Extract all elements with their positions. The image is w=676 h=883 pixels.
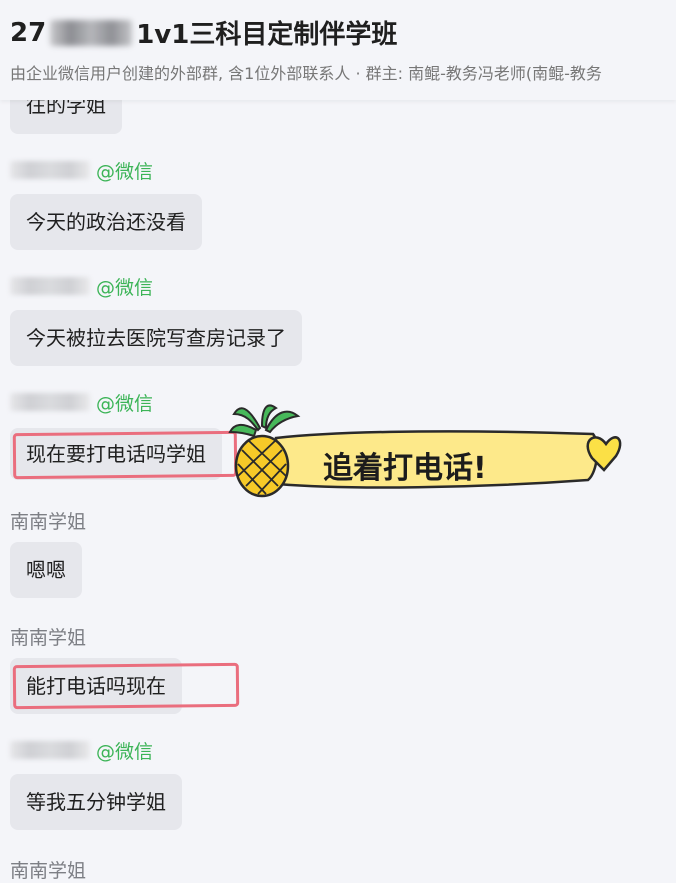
redacted-sender-name	[10, 741, 90, 759]
sticker-text: 追着打电话!	[323, 451, 487, 486]
wechat-tag: @微信	[96, 276, 154, 299]
message-bubble[interactable]: 嗯嗯	[10, 542, 82, 598]
redacted-sender-name	[10, 161, 90, 179]
sender-name: 南南学姐	[10, 627, 87, 649]
sender-name: 南南学姐	[10, 860, 87, 882]
sender-row: @微信	[10, 738, 154, 763]
sticker: 追着打电话!	[228, 400, 628, 500]
sender-name: 南南学姐	[10, 511, 87, 533]
title-prefix: 27	[10, 17, 47, 48]
title-suffix: 1v1三科目定制伴学班	[136, 20, 398, 50]
highlight-box	[12, 430, 238, 480]
sender-row: @微信	[10, 158, 154, 183]
sender-row: @微信	[10, 274, 154, 299]
redacted-sender-name	[10, 277, 90, 295]
chat-header: 27 1v1三科目定制伴学班 由企业微信用户创建的外部群, 含1位外部联系人 ·…	[0, 0, 676, 100]
message-bubble[interactable]: 今天的政治还没看	[10, 194, 202, 250]
wechat-tag: @微信	[96, 160, 154, 183]
redacted-title-segment	[50, 19, 133, 46]
wechat-tag: @微信	[96, 740, 154, 763]
highlight-box	[12, 662, 240, 710]
group-title[interactable]: 27 1v1三科目定制伴学班	[10, 14, 397, 51]
redacted-sender-name	[10, 393, 90, 411]
message-bubble[interactable]: 等我五分钟学姐	[10, 774, 182, 830]
wechat-tag: @微信	[96, 392, 154, 415]
group-subtitle: 由企业微信用户创建的外部群, 含1位外部联系人 · 群主: 南鲲-教务冯老师(南…	[10, 64, 602, 83]
sender-row: @微信	[10, 390, 154, 415]
message-bubble[interactable]: 今天被拉去医院写查房记录了	[10, 310, 302, 366]
